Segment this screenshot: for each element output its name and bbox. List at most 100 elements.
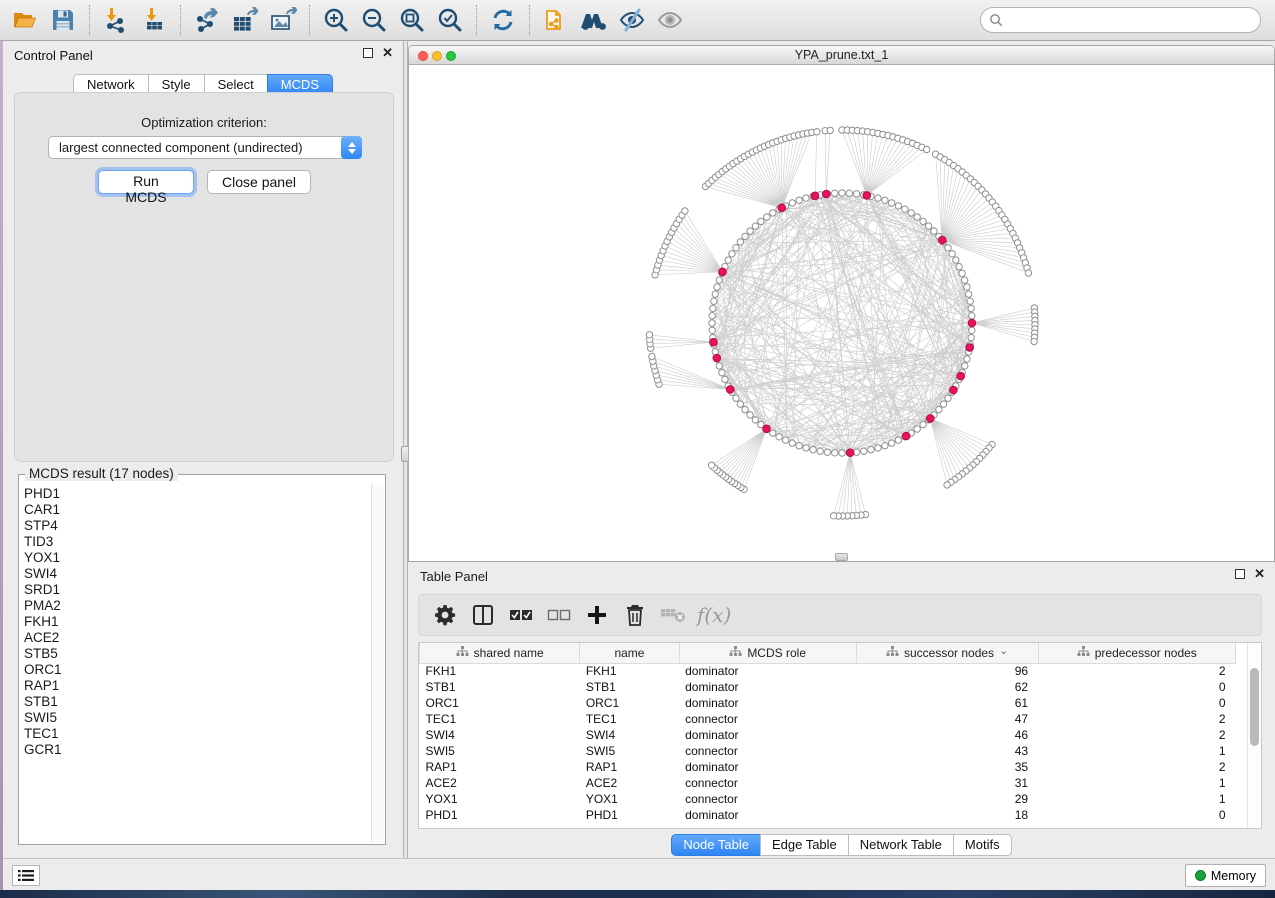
close-panel-icon[interactable]: ✕ xyxy=(382,48,393,58)
table-cell[interactable]: PHD1 xyxy=(420,807,580,823)
graph-node[interactable] xyxy=(709,313,715,319)
table-cell[interactable]: 43 xyxy=(856,743,1038,759)
graph-node[interactable] xyxy=(968,334,974,340)
table-cell[interactable]: PHD1 xyxy=(580,807,679,823)
task-monitor-button[interactable] xyxy=(12,865,40,886)
graph-node[interactable] xyxy=(931,228,937,234)
graph-node[interactable] xyxy=(709,320,715,326)
zoom-fit-button[interactable] xyxy=(393,3,431,37)
table-row[interactable]: PHD1PHD1dominator180 xyxy=(420,807,1236,823)
graph-node[interactable] xyxy=(810,447,816,453)
graph-node[interactable] xyxy=(839,450,845,456)
graph-node[interactable] xyxy=(716,277,722,283)
tab-edge-table[interactable]: Edge Table xyxy=(760,834,849,856)
graph-node[interactable] xyxy=(925,223,931,229)
table-cell[interactable]: 2 xyxy=(1038,711,1235,727)
mcds-result-item[interactable]: SWI4 xyxy=(24,566,372,582)
graph-node[interactable] xyxy=(770,210,776,216)
graph-node[interactable] xyxy=(782,437,788,443)
search-input[interactable] xyxy=(1007,10,1260,30)
show-columns-button[interactable] xyxy=(467,599,499,631)
table-row[interactable]: YOX1YOX1connector291 xyxy=(420,791,1236,807)
graph-dominator-node[interactable] xyxy=(713,354,721,362)
graph-node[interactable] xyxy=(882,443,888,449)
graph-dominator-node[interactable] xyxy=(763,425,771,433)
graph-node[interactable] xyxy=(764,214,770,220)
graph-node[interactable] xyxy=(716,363,722,369)
graph-node[interactable] xyxy=(940,401,946,407)
table-cell[interactable]: dominator xyxy=(679,679,856,695)
table-cell[interactable]: SWI5 xyxy=(580,743,679,759)
graph-node[interactable] xyxy=(949,251,955,257)
table-row[interactable]: ACE2ACE2connector311 xyxy=(420,775,1236,791)
table-cell[interactable]: connector xyxy=(679,711,856,727)
export-table-button[interactable] xyxy=(226,3,264,37)
memory-button[interactable]: Memory xyxy=(1185,864,1266,887)
column-header-name[interactable]: name xyxy=(580,643,679,663)
hide-details-button[interactable] xyxy=(613,3,651,37)
graph-node[interactable] xyxy=(708,462,714,468)
table-cell[interactable]: dominator xyxy=(679,727,856,743)
graph-dominator-node[interactable] xyxy=(719,268,727,276)
graph-dominator-node[interactable] xyxy=(710,338,718,346)
table-cell[interactable]: 0 xyxy=(1038,679,1235,695)
table-cell[interactable]: 96 xyxy=(856,663,1038,679)
float-table-panel-icon[interactable] xyxy=(1235,569,1245,579)
graph-dominator-node[interactable] xyxy=(950,386,958,394)
graph-node[interactable] xyxy=(953,257,959,263)
graph-node[interactable] xyxy=(712,291,718,297)
table-cell[interactable]: 2 xyxy=(1038,759,1235,775)
graph-node[interactable] xyxy=(902,206,908,212)
mcds-result-item[interactable]: ACE2 xyxy=(24,630,372,646)
graph-node[interactable] xyxy=(830,513,836,519)
table-cell[interactable]: YOX1 xyxy=(580,791,679,807)
table-cell[interactable]: SWI4 xyxy=(580,727,679,743)
save-session-button[interactable] xyxy=(44,3,82,37)
graph-node[interactable] xyxy=(914,426,920,432)
graph-node[interactable] xyxy=(945,245,951,251)
graph-dominator-node[interactable] xyxy=(726,386,734,394)
graph-node[interactable] xyxy=(964,356,970,362)
graph-node[interactable] xyxy=(882,197,888,203)
table-cell[interactable]: 31 xyxy=(856,775,1038,791)
mcds-result-item[interactable]: RAP1 xyxy=(24,678,372,694)
table-row[interactable]: RAP1RAP1dominator352 xyxy=(420,759,1236,775)
graph-node[interactable] xyxy=(962,277,968,283)
graph-node[interactable] xyxy=(814,129,820,135)
graph-node[interactable] xyxy=(923,146,929,152)
table-cell[interactable]: TEC1 xyxy=(580,711,679,727)
graph-dominator-node[interactable] xyxy=(863,192,871,200)
table-cell[interactable]: RAP1 xyxy=(420,759,580,775)
graph-dominator-node[interactable] xyxy=(927,415,935,423)
mcds-result-item[interactable]: PMA2 xyxy=(24,598,372,614)
graph-node[interactable] xyxy=(803,195,809,201)
table-cell[interactable]: 2 xyxy=(1038,663,1235,679)
mcds-result-list[interactable]: PHD1CAR1STP4TID3YOX1SWI4SRD1PMA2FKH1ACE2… xyxy=(20,484,372,843)
table-cell[interactable]: 0 xyxy=(1038,807,1235,823)
graph-node[interactable] xyxy=(649,353,655,359)
mcds-result-item[interactable]: STB1 xyxy=(24,694,372,710)
tab-node-table[interactable]: Node Table xyxy=(671,834,761,856)
graph-node[interactable] xyxy=(709,327,715,333)
graph-node[interactable] xyxy=(776,434,782,440)
table-row[interactable]: FKH1FKH1dominator962 xyxy=(420,663,1236,679)
graph-node[interactable] xyxy=(827,127,833,133)
graph-node[interactable] xyxy=(742,406,748,412)
column-header-MCDS-role[interactable]: MCDS role xyxy=(679,643,856,663)
mcds-result-item[interactable]: GCR1 xyxy=(24,742,372,758)
graph-node[interactable] xyxy=(817,448,823,454)
graph-dominator-node[interactable] xyxy=(846,449,854,457)
graph-node[interactable] xyxy=(968,305,974,311)
table-cell[interactable]: 62 xyxy=(856,679,1038,695)
graph-node[interactable] xyxy=(839,190,845,196)
delete-table-button-disabled[interactable] xyxy=(657,599,689,631)
graph-node[interactable] xyxy=(875,195,881,201)
float-panel-icon[interactable] xyxy=(363,48,373,58)
graph-dominator-node[interactable] xyxy=(822,190,830,198)
clone-network-button[interactable] xyxy=(537,3,575,37)
table-cell[interactable]: 61 xyxy=(856,695,1038,711)
graph-node[interactable] xyxy=(832,450,838,456)
column-header-shared-name[interactable]: shared name xyxy=(420,643,580,663)
table-cell[interactable]: connector xyxy=(679,775,856,791)
graph-node[interactable] xyxy=(796,197,802,203)
